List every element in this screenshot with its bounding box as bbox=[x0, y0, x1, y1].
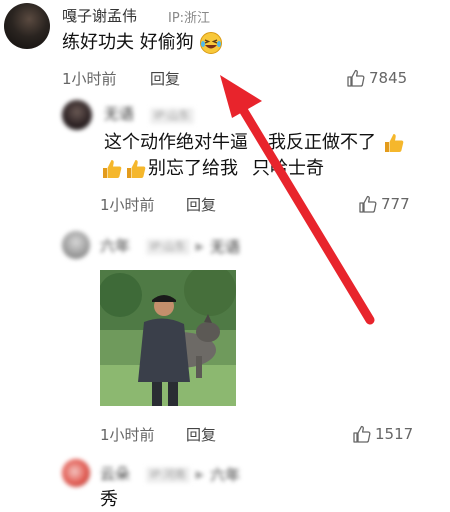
reply-button[interactable]: 回复 bbox=[150, 68, 180, 89]
comment-text: 这个动作绝对牛逼 我反正做不了 bbox=[104, 131, 406, 155]
photo-illustration bbox=[100, 270, 236, 406]
ip-location: IP:山东 bbox=[150, 104, 194, 124]
comment-body-line1: 这个动作绝对牛逼 bbox=[104, 132, 248, 153]
like-count: 1517 bbox=[375, 425, 414, 443]
reply-button[interactable]: 回复 bbox=[186, 194, 216, 215]
comment-text: 练好功夫 好偷狗 bbox=[62, 31, 223, 55]
avatar[interactable] bbox=[62, 231, 90, 259]
ip-location: IP:山东 bbox=[146, 238, 190, 255]
laughing-emoji-icon bbox=[200, 32, 223, 54]
ip-location: IP:河南 bbox=[146, 466, 190, 483]
username[interactable]: 六年 bbox=[100, 235, 130, 256]
reply-to-user[interactable]: 六年 bbox=[210, 464, 240, 485]
thumbs-up-icon bbox=[353, 425, 371, 443]
comment-body-line1b: 我反正做不了 bbox=[268, 132, 376, 153]
avatar[interactable] bbox=[62, 459, 90, 487]
comment-body-line2: 别忘了给我 bbox=[148, 158, 238, 179]
comment-body-line2b: 只哈士奇 bbox=[252, 158, 324, 179]
username[interactable]: 云朵 bbox=[100, 463, 130, 484]
thumbs-up-emoji-icon bbox=[384, 134, 404, 152]
reply-to-meta: IP:山东 ▶ 无语 bbox=[146, 236, 240, 257]
comment-time: 1小时前 bbox=[100, 196, 155, 214]
ip-location: IP:浙江 bbox=[168, 11, 211, 26]
comment-text-line2: 别忘了给我 只哈士奇 bbox=[100, 157, 324, 181]
comment-time: 1小时前 bbox=[62, 70, 117, 88]
thumbs-up-icon bbox=[347, 69, 365, 87]
reply-arrow-icon: ▶ bbox=[195, 468, 205, 481]
comment-body: 练好功夫 好偷狗 bbox=[62, 32, 194, 53]
like-button[interactable]: 777 bbox=[358, 194, 410, 214]
reply-to-user[interactable]: 无语 bbox=[210, 236, 240, 257]
like-count: 7845 bbox=[369, 69, 408, 87]
thumbs-up-emoji-icon bbox=[103, 160, 122, 178]
comment-image[interactable] bbox=[100, 270, 236, 406]
like-button[interactable]: 1517 bbox=[352, 424, 413, 444]
comment-text: 秀 bbox=[100, 489, 118, 510]
reply-to-meta: IP:河南 ▶ 六年 bbox=[146, 464, 240, 485]
reply-button[interactable]: 回复 bbox=[186, 424, 216, 445]
like-count: 777 bbox=[381, 195, 410, 213]
comment-time: 1小时前 bbox=[100, 426, 155, 444]
username[interactable]: 无语 bbox=[104, 103, 134, 124]
reply-arrow-icon: ▶ bbox=[195, 240, 205, 253]
avatar[interactable] bbox=[4, 3, 50, 49]
username[interactable]: 嘎子谢孟伟 bbox=[62, 5, 137, 26]
thumbs-up-emoji-icon bbox=[127, 160, 146, 178]
avatar[interactable] bbox=[62, 100, 92, 130]
thumbs-up-icon bbox=[359, 195, 377, 213]
like-button[interactable]: 7845 bbox=[346, 68, 407, 88]
